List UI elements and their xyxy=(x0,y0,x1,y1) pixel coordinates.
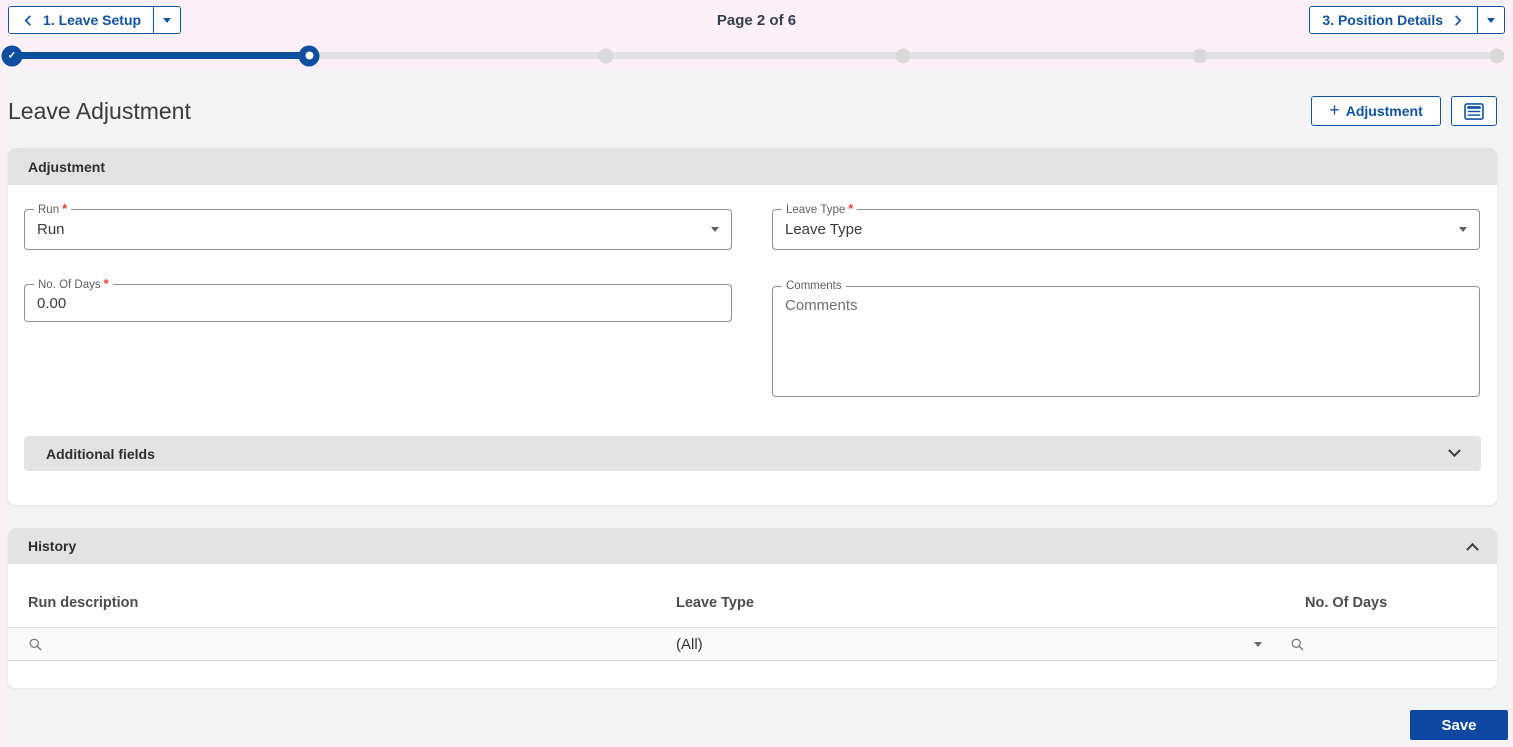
run-label: Run xyxy=(34,202,72,217)
step-dot-5 xyxy=(1192,48,1208,63)
next-step-button-group: 3. Position Details xyxy=(1309,6,1505,34)
progress-track xyxy=(10,52,1500,59)
comments-field: Comments xyxy=(772,279,1480,397)
page-indicator: Page 2 of 6 xyxy=(716,12,797,29)
next-step-dropdown-button[interactable] xyxy=(1477,7,1504,33)
additional-fields-header[interactable]: Additional fields xyxy=(24,436,1481,471)
header-actions: + Adjustment xyxy=(1311,96,1497,126)
chevron-down-icon xyxy=(1448,444,1461,458)
no-of-days-input[interactable] xyxy=(25,285,731,321)
no-of-days-label: No. Of Days xyxy=(34,277,113,292)
page-title: Leave Adjustment xyxy=(8,97,191,124)
column-header-no-of-days[interactable]: No. Of Days xyxy=(1272,595,1497,611)
step-dot-4 xyxy=(895,48,911,63)
progress-fill xyxy=(10,52,309,59)
no-of-days-filter[interactable] xyxy=(1272,637,1497,652)
chevron-up-icon xyxy=(1466,542,1479,556)
step-dot-6 xyxy=(1489,48,1505,63)
add-adjustment-button[interactable]: + Adjustment xyxy=(1311,96,1441,126)
list-view-button[interactable] xyxy=(1451,96,1497,126)
progress-bar: ✓ xyxy=(0,44,1513,70)
leave-type-select[interactable]: Leave Type Leave Type xyxy=(772,202,1480,250)
page-header: Leave Adjustment + Adjustment xyxy=(8,95,1497,127)
caret-down-icon xyxy=(711,227,719,232)
step-dot-1: ✓ xyxy=(1,45,23,66)
comments-label: Comments xyxy=(782,279,846,293)
adjustment-section-title: Adjustment xyxy=(28,158,105,175)
run-value: Run xyxy=(37,221,65,238)
additional-fields-label: Additional fields xyxy=(46,445,155,462)
plus-icon: + xyxy=(1329,100,1340,120)
column-header-leave-type[interactable]: Leave Type xyxy=(668,595,1272,611)
next-step-label: 3. Position Details xyxy=(1322,12,1443,28)
content-area: Leave Adjustment + Adjustment Adjustment… xyxy=(3,70,1510,744)
history-section-header[interactable]: History xyxy=(8,528,1497,564)
step-dot-2 xyxy=(298,45,320,66)
leave-type-filter-value: (All) xyxy=(676,635,703,653)
leave-type-label: Leave Type xyxy=(782,202,858,217)
comments-textarea[interactable] xyxy=(773,287,1479,396)
run-select[interactable]: Run Run xyxy=(24,202,732,250)
add-adjustment-label: Adjustment xyxy=(1345,103,1423,119)
search-icon xyxy=(28,637,43,652)
no-of-days-field: No. Of Days xyxy=(24,277,732,322)
search-icon xyxy=(1290,637,1305,652)
caret-down-icon xyxy=(1254,641,1262,647)
history-filter-row: (All) xyxy=(8,628,1497,661)
chevron-right-icon xyxy=(1450,13,1465,28)
leave-type-filter-dropdown[interactable]: (All) xyxy=(668,636,1272,653)
list-panel-icon xyxy=(1464,102,1484,120)
history-table-header-row: Run description Leave Type No. Of Days xyxy=(8,564,1497,628)
caret-down-icon xyxy=(1459,227,1467,232)
next-step-button[interactable]: 3. Position Details xyxy=(1310,7,1477,33)
save-button[interactable]: Save xyxy=(1410,710,1508,740)
history-section-title: History xyxy=(28,538,77,554)
column-header-run-description[interactable]: Run description xyxy=(8,595,668,611)
run-description-filter[interactable] xyxy=(8,637,668,652)
adjustment-section-header: Adjustment xyxy=(8,148,1497,185)
caret-down-icon xyxy=(1487,17,1495,23)
wizard-top-bar: 1. Leave Setup Page 2 of 6 3. Position D… xyxy=(0,0,1513,44)
leave-type-value: Leave Type xyxy=(785,221,863,238)
history-card: History Run description Leave Type No. O… xyxy=(8,528,1497,688)
step-dot-3 xyxy=(598,48,614,63)
adjustment-card: Adjustment Run Run Leave Type Leave Type… xyxy=(8,148,1497,505)
